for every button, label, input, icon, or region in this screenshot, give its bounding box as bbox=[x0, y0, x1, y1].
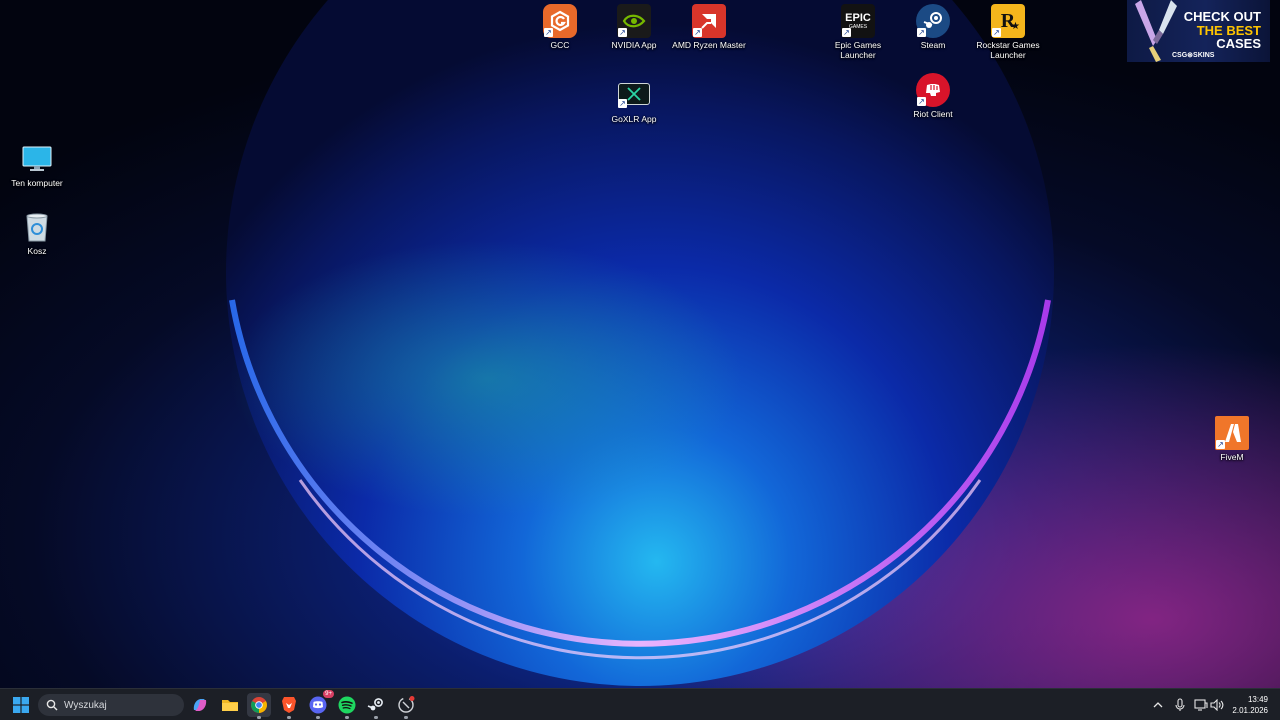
riot-icon: ↗ bbox=[916, 73, 950, 107]
desktop-icon-goxlr-app[interactable]: ↗ GoXLR App bbox=[597, 76, 671, 124]
gcc-icon: ↗ bbox=[543, 4, 577, 38]
ad-line-1: CHECK OUT bbox=[1183, 9, 1261, 24]
desktop-icon-gcc[interactable]: ↗ GCC bbox=[523, 4, 597, 50]
goxlr-icon: ↗ bbox=[618, 83, 650, 108]
desktop-icon-epic-games-launcher[interactable]: EPIC GAMES ↗ Epic Games Launcher bbox=[821, 4, 895, 60]
clock-time: 13:49 bbox=[1247, 695, 1268, 704]
running-indicator bbox=[345, 716, 349, 719]
folder-icon bbox=[222, 700, 238, 711]
csgoskins-ad-banner[interactable]: CHECK OUT THE BEST CASES CSG⊛SKINS bbox=[1127, 0, 1270, 62]
desktop-icon-label: Kosz bbox=[27, 246, 47, 256]
ad-brand-logo: CSG⊛SKINS bbox=[1172, 52, 1215, 59]
discord-button[interactable]: 9+ bbox=[306, 690, 334, 719]
shortcut-arrow-icon: ↗ bbox=[917, 97, 926, 106]
copilot-button[interactable] bbox=[188, 693, 212, 717]
nvidia-icon: ↗ bbox=[617, 4, 651, 38]
desktop-icon-riot-client[interactable]: ↗ Riot Client bbox=[896, 73, 970, 119]
discord-icon bbox=[309, 696, 327, 714]
recycle-bin-icon bbox=[20, 210, 54, 244]
running-indicator bbox=[287, 716, 291, 719]
desktop-icon-label: FiveM bbox=[1220, 452, 1244, 462]
shortcut-arrow-icon: ↗ bbox=[1216, 440, 1225, 449]
desktop: ↗ GCC ↗ NVIDIA App ↗ AMD Ryzen Master ↗ … bbox=[0, 0, 1280, 688]
riot-taskbar-button[interactable] bbox=[394, 693, 418, 719]
desktop-icon-rockstar-games-launcher[interactable]: R ★ ↗ Rockstar Games Launcher bbox=[971, 4, 1045, 60]
desktop-icon-amd-ryzen-master[interactable]: ↗ AMD Ryzen Master bbox=[672, 4, 746, 50]
steam-icon: ↗ bbox=[916, 4, 950, 38]
copilot-icon bbox=[193, 699, 207, 711]
brave-button[interactable] bbox=[277, 693, 301, 719]
epic-tile-text: EPIC bbox=[845, 11, 871, 24]
windows-logo-icon bbox=[13, 697, 29, 713]
desktop-icon-label: Riot Client bbox=[913, 109, 953, 119]
desktop-icon-nvidia-app[interactable]: ↗ NVIDIA App bbox=[597, 4, 671, 50]
shortcut-arrow-icon: ↗ bbox=[544, 28, 553, 37]
spotify-icon bbox=[338, 696, 356, 714]
amd-ryzen-icon: ↗ bbox=[692, 4, 726, 38]
chrome-button[interactable] bbox=[247, 693, 271, 719]
shortcut-arrow-icon: ↗ bbox=[842, 28, 851, 37]
shortcut-arrow-icon: ↗ bbox=[693, 28, 702, 37]
show-hidden-icons-button[interactable] bbox=[1150, 689, 1166, 721]
shortcut-arrow-icon: ↗ bbox=[618, 28, 627, 37]
shortcut-arrow-icon: ↗ bbox=[618, 99, 627, 108]
desktop-icon-steam[interactable]: ↗ Steam bbox=[896, 4, 970, 50]
search-box[interactable]: Wyszukaj bbox=[38, 694, 184, 716]
discord-notification-badge: 9+ bbox=[323, 690, 334, 698]
steam-icon bbox=[367, 698, 383, 711]
desktop-icon-label: Epic Games Launcher bbox=[834, 40, 882, 60]
running-indicator bbox=[257, 716, 261, 719]
epic-games-icon: EPIC GAMES ↗ bbox=[841, 4, 875, 38]
clock[interactable]: 13:49 2.01.2026 bbox=[1218, 694, 1268, 716]
brave-icon bbox=[282, 697, 296, 713]
chevron-up-icon bbox=[1153, 702, 1163, 708]
steam-taskbar-button[interactable] bbox=[364, 693, 388, 719]
taskbar: Wyszukaj 9+ 13:49 2.01.2026 bbox=[0, 688, 1280, 720]
running-indicator bbox=[374, 716, 378, 719]
ad-line-3: CASES bbox=[1216, 36, 1261, 51]
running-indicator bbox=[316, 716, 320, 719]
epic-tile-subtext: GAMES bbox=[848, 23, 868, 30]
file-explorer-button[interactable] bbox=[218, 693, 242, 717]
display-icon bbox=[1194, 699, 1208, 711]
desktop-icon-fivem[interactable]: ↗ FiveM bbox=[1195, 416, 1269, 462]
microphone-icon bbox=[1175, 698, 1185, 711]
desktop-icon-label: Steam bbox=[920, 40, 946, 50]
desktop-icon-label: GCC bbox=[550, 40, 570, 50]
desktop-icon-label: Ten komputer bbox=[11, 178, 63, 188]
desktop-icon-this-pc[interactable]: Ten komputer bbox=[0, 142, 74, 188]
clock-date: 2.01.2026 bbox=[1232, 706, 1268, 715]
desktop-icon-label: GoXLR App bbox=[611, 114, 657, 124]
desktop-icon-label: NVIDIA App bbox=[611, 40, 657, 50]
shortcut-arrow-icon: ↗ bbox=[992, 28, 1001, 37]
desktop-icon-label: AMD Ryzen Master bbox=[672, 40, 746, 50]
rockstar-icon: R ★ ↗ bbox=[991, 4, 1025, 38]
spotify-button[interactable] bbox=[335, 693, 359, 719]
desktop-icon-label: Rockstar Games Launcher bbox=[976, 40, 1040, 60]
shortcut-arrow-icon: ↗ bbox=[917, 28, 926, 37]
display-button[interactable] bbox=[1192, 689, 1210, 721]
running-indicator bbox=[404, 716, 408, 719]
desktop-icon-recycle-bin[interactable]: Kosz bbox=[0, 210, 74, 256]
microphone-button[interactable] bbox=[1172, 689, 1188, 721]
monitor-icon bbox=[20, 142, 54, 176]
start-button[interactable] bbox=[9, 693, 33, 717]
riot-icon bbox=[398, 696, 415, 713]
chrome-icon bbox=[251, 697, 267, 713]
search-placeholder: Wyszukaj bbox=[64, 699, 107, 711]
fivem-icon: ↗ bbox=[1215, 416, 1249, 450]
search-icon bbox=[46, 699, 58, 711]
